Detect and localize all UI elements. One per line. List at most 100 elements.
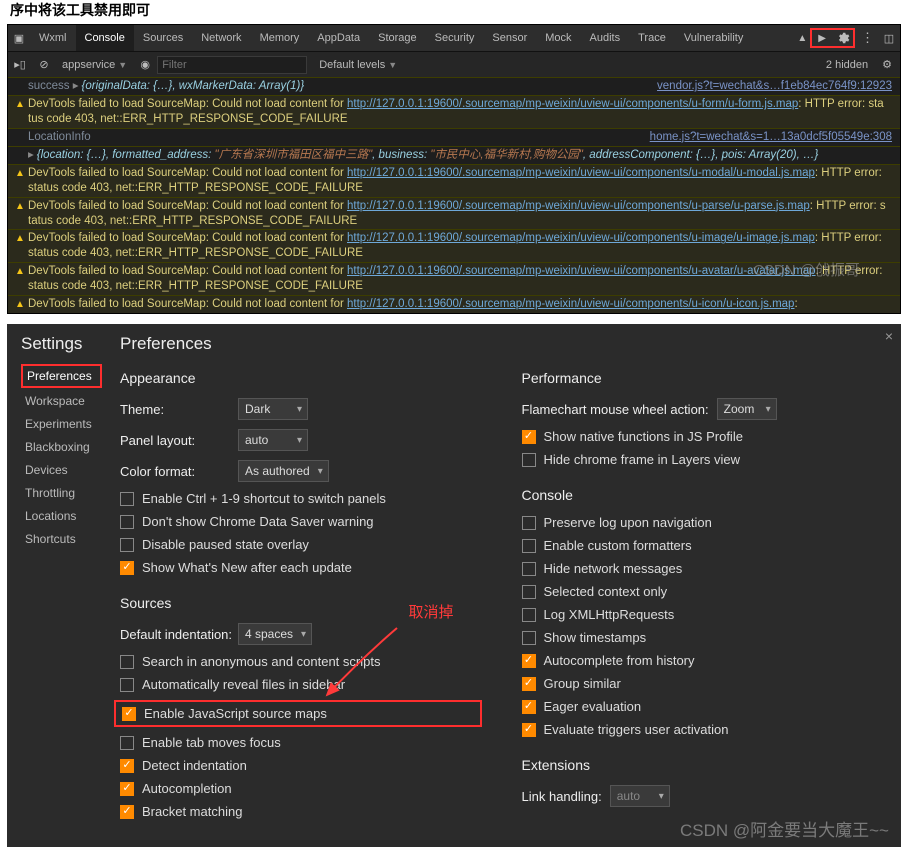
tab-mock[interactable]: Mock — [536, 25, 580, 51]
console-log-area: success ▸{originalData: {…}, wxMarkerDat… — [8, 77, 900, 313]
tab-trace[interactable]: Trace — [629, 25, 675, 51]
console-row[interactable]: DevTools failed to load SourceMap: Could… — [8, 295, 900, 313]
checkbox-label: Show timestamps — [544, 630, 647, 645]
wheel-select[interactable]: Zoom — [717, 398, 777, 420]
warning-icon — [12, 231, 28, 261]
checkbox[interactable] — [522, 516, 536, 530]
checkbox-ctrl19[interactable] — [120, 492, 134, 506]
tab-console[interactable]: Console — [76, 25, 134, 51]
link-handling-select[interactable]: auto — [610, 785, 670, 807]
console-row[interactable]: DevTools failed to load SourceMap: Could… — [8, 262, 900, 295]
url-link[interactable]: http://127.0.0.1:19600/.sourcemap/mp-wei… — [347, 298, 794, 310]
cropped-header-text: 序中将该工具禁用即可 — [0, 0, 908, 24]
settings-gear-highlighted[interactable]: ▶ — [810, 28, 855, 48]
color-format-label: Color format: — [120, 464, 238, 479]
close-icon[interactable]: × — [885, 328, 893, 344]
console-option-row: Enable custom formatters — [522, 538, 884, 553]
more-icon[interactable]: ⋮ — [857, 30, 878, 46]
tab-appdata[interactable]: AppData — [308, 25, 369, 51]
sidebar-item-throttling[interactable]: Throttling — [21, 483, 102, 503]
checkbox-label: Search in anonymous and content scripts — [142, 654, 380, 669]
checkbox[interactable] — [522, 562, 536, 576]
checkbox-label: Detect indentation — [142, 758, 247, 773]
source-link[interactable]: vendor.js?t=wechat&s…f1eb84ec764f9:12923 — [657, 79, 892, 94]
checkbox[interactable] — [522, 700, 536, 714]
sidebar-toggle-icon[interactable]: ▸▯ — [8, 58, 32, 71]
console-row[interactable]: success ▸{originalData: {…}, wxMarkerDat… — [8, 77, 900, 95]
console-row[interactable]: LocationInfo home.js?t=wechat&s=1…13a0dc… — [8, 128, 900, 146]
hidden-count[interactable]: 2 hidden — [826, 59, 874, 71]
checkbox[interactable] — [522, 539, 536, 553]
context-selector[interactable]: appservice ▼ — [56, 59, 133, 71]
tab-storage[interactable]: Storage — [369, 25, 426, 51]
checkbox-native-fns[interactable] — [522, 430, 536, 444]
tab-sources[interactable]: Sources — [134, 25, 192, 51]
tab-audits[interactable]: Audits — [581, 25, 630, 51]
checkbox-whatsnew[interactable] — [120, 561, 134, 575]
checkbox[interactable] — [522, 654, 536, 668]
url-link[interactable]: http://127.0.0.1:19600/.sourcemap/mp-wei… — [347, 232, 815, 244]
sidebar-item-shortcuts[interactable]: Shortcuts — [21, 529, 102, 549]
url-link[interactable]: http://127.0.0.1:19600/.sourcemap/mp-wei… — [347, 200, 810, 212]
tab-wxml[interactable]: Wxml — [30, 25, 76, 51]
checkbox[interactable] — [522, 631, 536, 645]
checkbox[interactable] — [522, 608, 536, 622]
checkbox-detect-indent[interactable] — [120, 759, 134, 773]
log-levels-selector[interactable]: Default levels ▼ — [313, 59, 403, 71]
inspect-icon[interactable]: ▣ — [8, 32, 30, 45]
url-link[interactable]: http://127.0.0.1:19600/.sourcemap/mp-wei… — [347, 167, 815, 179]
indent-select[interactable]: 4 spaces — [238, 623, 312, 645]
checkbox-bracket[interactable] — [120, 805, 134, 819]
warning-count-icon[interactable]: ▲ — [794, 33, 810, 44]
panel-layout-select[interactable]: auto — [238, 429, 308, 451]
checkbox-search-anon[interactable] — [120, 655, 134, 669]
checkbox-label: Hide chrome frame in Layers view — [544, 452, 741, 467]
sidebar-item-preferences[interactable]: Preferences — [21, 364, 102, 388]
url-link[interactable]: http://127.0.0.1:19600/.sourcemap/mp-wei… — [347, 265, 816, 277]
checkbox[interactable] — [522, 723, 536, 737]
sidebar-item-devices[interactable]: Devices — [21, 460, 102, 480]
theme-select[interactable]: Dark — [238, 398, 308, 420]
tab-memory[interactable]: Memory — [251, 25, 309, 51]
panel-layout-label: Panel layout: — [120, 433, 238, 448]
checkbox-autocompletion[interactable] — [120, 782, 134, 796]
dock-icon[interactable]: ◫ — [878, 32, 900, 45]
console-row[interactable]: DevTools failed to load SourceMap: Could… — [8, 197, 900, 230]
expand-icon[interactable]: ▸ — [28, 149, 34, 161]
eye-icon[interactable]: ◉ — [133, 58, 157, 71]
checkbox-js-sourcemaps[interactable] — [122, 707, 136, 721]
console-option-row: Selected context only — [522, 584, 884, 599]
checkbox-hide-frame[interactable] — [522, 453, 536, 467]
filter-input[interactable] — [157, 56, 307, 74]
console-row[interactable]: DevTools failed to load SourceMap: Could… — [8, 229, 900, 262]
sidebar-item-blackboxing[interactable]: Blackboxing — [21, 437, 102, 457]
checkbox[interactable] — [522, 677, 536, 691]
checkbox-pausedoverlay[interactable] — [120, 538, 134, 552]
checkbox-tab-focus[interactable] — [120, 736, 134, 750]
tab-vulnerability[interactable]: Vulnerability — [675, 25, 753, 51]
console-row[interactable]: ▸{location: {…}, formatted_address: "广东省… — [8, 146, 900, 164]
section-appearance: Appearance — [120, 370, 482, 386]
tab-network[interactable]: Network — [192, 25, 250, 51]
checkbox-datasaver[interactable] — [120, 515, 134, 529]
warning-icon — [12, 199, 28, 229]
sidebar-item-workspace[interactable]: Workspace — [21, 391, 102, 411]
console-row[interactable]: DevTools failed to load SourceMap: Could… — [8, 164, 900, 197]
expand-icon[interactable]: ▸ — [73, 80, 79, 92]
checkbox-label: Enable JavaScript source maps — [144, 706, 327, 721]
console-option-row: Evaluate triggers user activation — [522, 722, 884, 737]
clear-console-icon[interactable]: ⊘ — [32, 58, 56, 71]
color-format-select[interactable]: As authored — [238, 460, 329, 482]
source-link[interactable]: home.js?t=wechat&s=1…13a0dcf5f05549e:308 — [650, 130, 892, 145]
tab-security[interactable]: Security — [426, 25, 484, 51]
tab-sensor[interactable]: Sensor — [483, 25, 536, 51]
console-settings-icon[interactable]: ⚙ — [874, 58, 900, 71]
sidebar-item-experiments[interactable]: Experiments — [21, 414, 102, 434]
checkbox[interactable] — [522, 585, 536, 599]
sidebar-item-locations[interactable]: Locations — [21, 506, 102, 526]
theme-label: Theme: — [120, 402, 238, 417]
console-option-row: Preserve log upon navigation — [522, 515, 884, 530]
console-row[interactable]: DevTools failed to load SourceMap: Could… — [8, 95, 900, 128]
url-link[interactable]: http://127.0.0.1:19600/.sourcemap/mp-wei… — [347, 98, 798, 110]
checkbox-auto-reveal[interactable] — [120, 678, 134, 692]
